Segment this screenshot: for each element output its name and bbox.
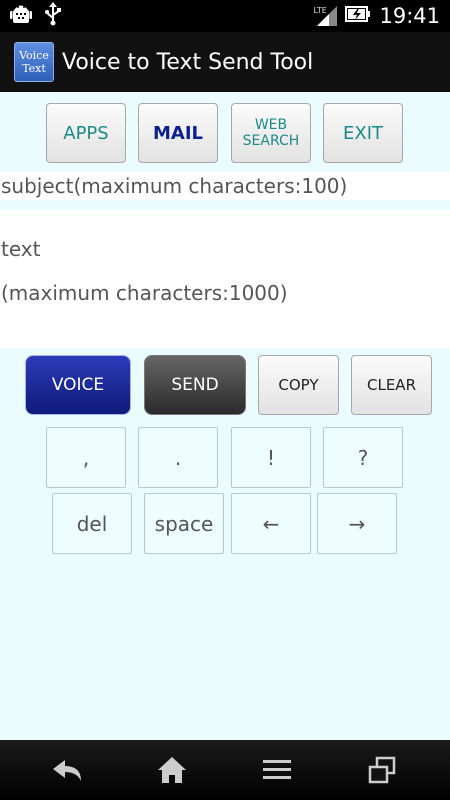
- question-key[interactable]: ?: [323, 427, 403, 488]
- usb-icon: [44, 2, 62, 30]
- web-search-button[interactable]: WEB SEARCH: [231, 103, 311, 163]
- action-bar: Voice Text Voice to Text Send Tool: [0, 32, 450, 92]
- comma-key[interactable]: ,: [46, 427, 126, 488]
- send-button[interactable]: SEND: [144, 355, 246, 415]
- navigation-bar: [0, 740, 450, 800]
- text-field[interactable]: text (maximum characters:1000): [0, 210, 450, 348]
- signal-icon: LTE: [313, 4, 338, 28]
- delete-key[interactable]: del: [52, 493, 132, 554]
- cursor-right-key[interactable]: →: [317, 493, 397, 554]
- recent-apps-icon[interactable]: [352, 750, 412, 790]
- space-key[interactable]: space: [144, 493, 224, 554]
- app-icon-line2: Text: [22, 62, 46, 75]
- app-icon: Voice Text: [14, 42, 54, 82]
- exit-button[interactable]: EXIT: [323, 103, 403, 163]
- mail-button[interactable]: MAIL: [138, 103, 218, 163]
- app-title: Voice to Text Send Tool: [62, 49, 314, 75]
- web-search-label-line2: SEARCH: [242, 133, 300, 149]
- text-field-placeholder-line1: text: [1, 237, 41, 261]
- apps-button[interactable]: APPS: [46, 103, 126, 163]
- menu-icon[interactable]: [247, 750, 307, 790]
- period-key[interactable]: .: [138, 427, 218, 488]
- cursor-left-key[interactable]: ←: [231, 493, 311, 554]
- home-icon[interactable]: [142, 750, 202, 790]
- back-icon[interactable]: [38, 750, 98, 790]
- web-search-label-line1: WEB: [254, 117, 288, 133]
- battery-charging-icon: [345, 6, 371, 26]
- copy-button[interactable]: COPY: [258, 355, 339, 415]
- subject-field[interactable]: subject(maximum characters:100): [0, 172, 450, 200]
- exclamation-key[interactable]: !: [231, 427, 311, 488]
- app-icon-line1: Voice: [19, 49, 49, 62]
- voice-button[interactable]: VOICE: [25, 355, 131, 415]
- android-debug-icon: [10, 2, 32, 30]
- top-button-row: APPS MAIL WEB SEARCH EXIT: [0, 103, 450, 165]
- clear-button[interactable]: CLEAR: [351, 355, 432, 415]
- status-bar: LTE 19:41: [0, 0, 450, 32]
- text-field-placeholder-line2: (maximum characters:1000): [1, 281, 288, 305]
- clock: 19:41: [379, 4, 440, 28]
